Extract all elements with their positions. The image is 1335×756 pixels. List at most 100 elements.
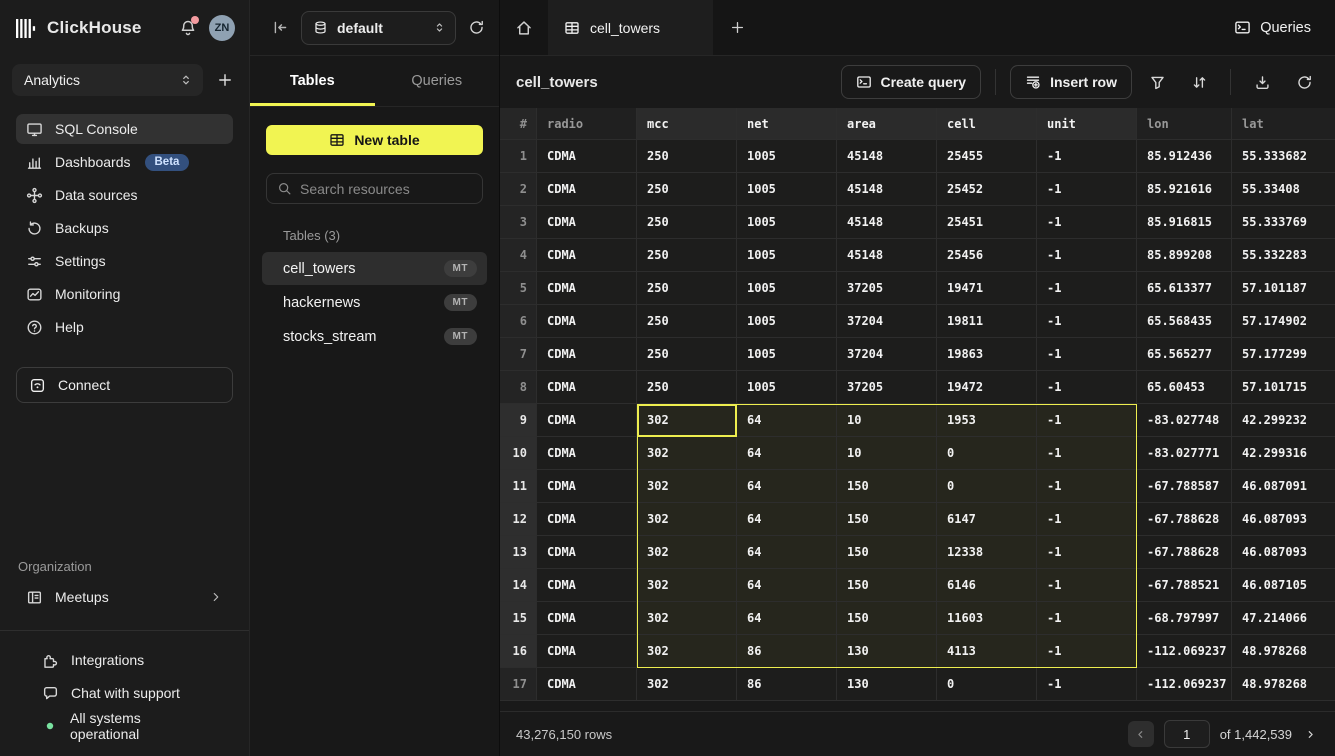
- grid-cell-unit-9[interactable]: -1: [1037, 404, 1137, 437]
- grid-cell-lat-7[interactable]: 57.177299: [1232, 338, 1335, 371]
- row-number[interactable]: 11: [500, 470, 537, 503]
- refresh-data-button[interactable]: [1287, 65, 1321, 99]
- grid-cell-mcc-8[interactable]: 250: [637, 371, 737, 404]
- grid-cell-unit-15[interactable]: -1: [1037, 602, 1137, 635]
- grid-cell-net-14[interactable]: 64: [737, 569, 837, 602]
- grid-cell-lat-5[interactable]: 57.101187: [1232, 272, 1335, 305]
- grid-cell-unit-17[interactable]: -1: [1037, 668, 1137, 701]
- grid-cell-mcc-16[interactable]: 302: [637, 635, 737, 668]
- grid-cell-radio-17[interactable]: CDMA: [537, 668, 637, 701]
- grid-cell-radio-1[interactable]: CDMA: [537, 140, 637, 173]
- grid-cell-lat-12[interactable]: 46.087093: [1232, 503, 1335, 536]
- grid-cell-lat-15[interactable]: 47.214066: [1232, 602, 1335, 635]
- table-list-item-stocks_stream[interactable]: stocks_streamMT: [262, 320, 487, 353]
- grid-cell-mcc-3[interactable]: 250: [637, 206, 737, 239]
- grid-cell-net-9[interactable]: 64: [737, 404, 837, 437]
- grid-cell-unit-11[interactable]: -1: [1037, 470, 1137, 503]
- create-query-button[interactable]: Create query: [841, 65, 982, 99]
- grid-cell-mcc-15[interactable]: 302: [637, 602, 737, 635]
- grid-cell-cell-1[interactable]: 25455: [937, 140, 1037, 173]
- grid-cell-area-2[interactable]: 45148: [837, 173, 937, 206]
- grid-cell-lon-13[interactable]: -67.788628: [1137, 536, 1232, 569]
- grid-cell-lon-5[interactable]: 65.613377: [1137, 272, 1232, 305]
- row-number[interactable]: 17: [500, 668, 537, 701]
- grid-cell-area-9[interactable]: 10: [837, 404, 937, 437]
- grid-cell-net-11[interactable]: 64: [737, 470, 837, 503]
- grid-cell-lat-8[interactable]: 57.101715: [1232, 371, 1335, 404]
- column-header-area[interactable]: area: [837, 108, 937, 140]
- grid-cell-mcc-14[interactable]: 302: [637, 569, 737, 602]
- row-number[interactable]: 1: [500, 140, 537, 173]
- grid-cell-mcc-10[interactable]: 302: [637, 437, 737, 470]
- prev-page-button[interactable]: [1128, 721, 1154, 747]
- sidebar-item-sql-console[interactable]: SQL Console: [16, 114, 233, 144]
- sidebar-item-dashboards[interactable]: DashboardsBeta: [16, 147, 233, 177]
- notifications-button[interactable]: [177, 17, 199, 39]
- grid-cell-net-8[interactable]: 1005: [737, 371, 837, 404]
- grid-cell-radio-8[interactable]: CDMA: [537, 371, 637, 404]
- grid-cell-area-4[interactable]: 45148: [837, 239, 937, 272]
- sidebar-item-chat-with-support[interactable]: Chat with support: [32, 678, 217, 708]
- row-number[interactable]: 16: [500, 635, 537, 668]
- sidebar-item-settings[interactable]: Settings: [16, 246, 233, 276]
- avatar[interactable]: ZN: [209, 15, 235, 41]
- grid-cell-lat-11[interactable]: 46.087091: [1232, 470, 1335, 503]
- grid-cell-cell-6[interactable]: 19811: [937, 305, 1037, 338]
- grid-cell-unit-5[interactable]: -1: [1037, 272, 1137, 305]
- grid-cell-unit-10[interactable]: -1: [1037, 437, 1137, 470]
- grid-cell-radio-4[interactable]: CDMA: [537, 239, 637, 272]
- grid-cell-net-3[interactable]: 1005: [737, 206, 837, 239]
- column-header-unit[interactable]: unit: [1037, 108, 1137, 140]
- row-number[interactable]: 13: [500, 536, 537, 569]
- grid-cell-radio-7[interactable]: CDMA: [537, 338, 637, 371]
- database-select[interactable]: default: [301, 11, 456, 45]
- grid-cell-lon-3[interactable]: 85.916815: [1137, 206, 1232, 239]
- grid-cell-lon-15[interactable]: -68.797997: [1137, 602, 1232, 635]
- grid-cell-net-2[interactable]: 1005: [737, 173, 837, 206]
- add-service-button[interactable]: [217, 72, 233, 88]
- row-number[interactable]: 2: [500, 173, 537, 206]
- grid-cell-lon-2[interactable]: 85.921616: [1137, 173, 1232, 206]
- grid-cell-mcc-6[interactable]: 250: [637, 305, 737, 338]
- filter-button[interactable]: [1140, 65, 1174, 99]
- sidebar-item-all-systems-operational[interactable]: All systems operational: [32, 711, 217, 741]
- grid-cell-mcc-7[interactable]: 250: [637, 338, 737, 371]
- grid-cell-radio-2[interactable]: CDMA: [537, 173, 637, 206]
- grid-cell-unit-14[interactable]: -1: [1037, 569, 1137, 602]
- row-number[interactable]: 9: [500, 404, 537, 437]
- grid-cell-area-14[interactable]: 150: [837, 569, 937, 602]
- grid-cell-mcc-4[interactable]: 250: [637, 239, 737, 272]
- grid-cell-lon-14[interactable]: -67.788521: [1137, 569, 1232, 602]
- grid-cell-mcc-9[interactable]: 302: [637, 404, 737, 437]
- grid-cell-lat-14[interactable]: 46.087105: [1232, 569, 1335, 602]
- grid-cell-area-1[interactable]: 45148: [837, 140, 937, 173]
- grid-cell-cell-8[interactable]: 19472: [937, 371, 1037, 404]
- grid-cell-cell-17[interactable]: 0: [937, 668, 1037, 701]
- grid-cell-radio-14[interactable]: CDMA: [537, 569, 637, 602]
- grid-cell-lon-10[interactable]: -83.027771: [1137, 437, 1232, 470]
- grid-cell-net-4[interactable]: 1005: [737, 239, 837, 272]
- page-number-input[interactable]: [1164, 720, 1210, 748]
- column-header-lon[interactable]: lon: [1137, 108, 1232, 140]
- column-header-cell[interactable]: cell: [937, 108, 1037, 140]
- grid-cell-cell-15[interactable]: 11603: [937, 602, 1037, 635]
- grid-cell-net-15[interactable]: 64: [737, 602, 837, 635]
- grid-cell-net-5[interactable]: 1005: [737, 272, 837, 305]
- row-number[interactable]: 14: [500, 569, 537, 602]
- grid-cell-area-16[interactable]: 130: [837, 635, 937, 668]
- grid-cell-radio-10[interactable]: CDMA: [537, 437, 637, 470]
- grid-cell-cell-3[interactable]: 25451: [937, 206, 1037, 239]
- grid-cell-lon-12[interactable]: -67.788628: [1137, 503, 1232, 536]
- grid-cell-mcc-11[interactable]: 302: [637, 470, 737, 503]
- download-button[interactable]: [1245, 65, 1279, 99]
- grid-cell-mcc-2[interactable]: 250: [637, 173, 737, 206]
- workspace-select[interactable]: Analytics: [12, 64, 203, 96]
- grid-cell-cell-14[interactable]: 6146: [937, 569, 1037, 602]
- grid-cell-mcc-5[interactable]: 250: [637, 272, 737, 305]
- grid-cell-cell-9[interactable]: 1953: [937, 404, 1037, 437]
- row-number[interactable]: 7: [500, 338, 537, 371]
- sidebar-item-integrations[interactable]: Integrations: [32, 645, 217, 675]
- grid-cell-radio-6[interactable]: CDMA: [537, 305, 637, 338]
- grid-cell-lon-1[interactable]: 85.912436: [1137, 140, 1232, 173]
- grid-cell-unit-3[interactable]: -1: [1037, 206, 1137, 239]
